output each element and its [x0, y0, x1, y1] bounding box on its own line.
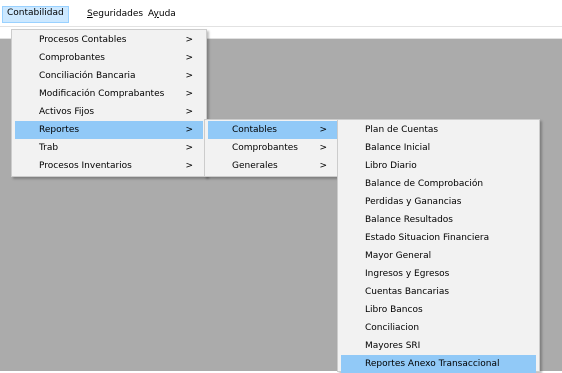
menu-item-label: Mayor General — [365, 251, 432, 261]
menu-item-contables[interactable]: Contables > — [208, 121, 337, 139]
menu-item-label: Plan de Cuentas — [365, 125, 439, 135]
menu-item-comprobantes[interactable]: Comprobantes > — [15, 49, 203, 67]
menu-item-label: Comprobantes — [232, 143, 298, 153]
menu-item-conciliacion[interactable]: Conciliacion — [341, 319, 536, 337]
menu-item-label: Comprobantes — [39, 53, 105, 63]
menu-item-label: Estado Situacion Financiera — [365, 233, 490, 243]
menu-item-libro-diario[interactable]: Libro Diario — [341, 157, 536, 175]
menu-item-label: Conciliación Bancaria — [39, 71, 136, 81]
menu-item-modificacion-comprabantes[interactable]: Modificación Comprabantes > — [15, 85, 203, 103]
menu-item-estado-situacion-financiera[interactable]: Estado Situacion Financiera — [341, 229, 536, 247]
chevron-right-icon: > — [319, 125, 327, 135]
menu-bar: Contabilidad Seguridades Ayuda — [0, 0, 562, 27]
menu-item-trab[interactable]: Trab > — [15, 139, 203, 157]
menu-item-label: Reportes — [39, 125, 80, 135]
menu-item-label: Modificación Comprabantes — [39, 89, 165, 99]
menu-item-mayor-general[interactable]: Mayor General — [341, 247, 536, 265]
menu-item-reportes-anexo-transaccional[interactable]: Reportes Anexo Transaccional — [341, 355, 536, 373]
menu-item-libro-bancos[interactable]: Libro Bancos — [341, 301, 536, 319]
menu-item-label: Ingresos y Egresos — [365, 269, 450, 279]
menu-item-balance-inicial[interactable]: Balance Inicial — [341, 139, 536, 157]
chevron-right-icon: > — [185, 125, 193, 135]
chevron-right-icon: > — [185, 71, 193, 81]
menu-item-label: Cuentas Bancarias — [365, 287, 450, 297]
chevron-right-icon: > — [185, 107, 193, 117]
chevron-right-icon: > — [185, 35, 193, 45]
menu-item-balance-de-comprobacion[interactable]: Balance de Comprobación — [341, 175, 536, 193]
menu-item-conciliacion-bancaria[interactable]: Conciliación Bancaria > — [15, 67, 203, 85]
menu-item-label: Balance de Comprobación — [365, 179, 484, 189]
menu-item-label: Trab — [39, 143, 59, 153]
menu-item-label: Libro Bancos — [365, 305, 423, 315]
menu-contabilidad[interactable]: Contabilidad — [2, 6, 69, 23]
reportes-submenu: Contables > Comprobantes > Generales > — [204, 119, 341, 177]
menu-item-label: Generales — [232, 161, 278, 171]
chevron-right-icon: > — [185, 161, 193, 171]
menu-item-label: Libro Diario — [365, 161, 417, 171]
menu-item-cuentas-bancarias[interactable]: Cuentas Bancarias — [341, 283, 536, 301]
menu-item-ingresos-y-egresos[interactable]: Ingresos y Egresos — [341, 265, 536, 283]
menu-ayuda-label: uda — [158, 9, 176, 19]
menu-item-label: Activos Fijos — [39, 107, 95, 117]
menu-item-label: Perdidas y Ganancias — [365, 197, 462, 207]
menu-item-plan-de-cuentas[interactable]: Plan de Cuentas — [341, 121, 536, 139]
contables-submenu: Plan de Cuentas Balance Inicial Libro Di… — [337, 119, 540, 373]
menu-item-label: Balance Inicial — [365, 143, 431, 153]
menu-item-label: Procesos Inventarios — [39, 161, 132, 171]
menu-contabilidad-label: Contabilidad — [7, 8, 64, 18]
chevron-right-icon: > — [185, 53, 193, 63]
chevron-right-icon: > — [185, 143, 193, 153]
menu-item-balance-resultados[interactable]: Balance Resultados — [341, 211, 536, 229]
chevron-right-icon: > — [319, 161, 327, 171]
chevron-right-icon: > — [319, 143, 327, 153]
menu-seguridades[interactable]: Seguridades — [83, 7, 147, 22]
chevron-right-icon: > — [185, 89, 193, 99]
menu-item-procesos-contables[interactable]: Procesos Contables > — [15, 31, 203, 49]
menu-item-label: Mayores SRI — [365, 341, 421, 351]
menu-item-label: Reportes Anexo Transaccional — [365, 359, 500, 369]
menu-item-label: Procesos Contables — [39, 35, 127, 45]
contabilidad-dropdown: Procesos Contables > Comprobantes > Conc… — [11, 29, 207, 177]
menu-item-comprobantes-reportes[interactable]: Comprobantes > — [208, 139, 337, 157]
menu-item-generales[interactable]: Generales > — [208, 157, 337, 175]
menu-item-procesos-inventarios[interactable]: Procesos Inventarios > — [15, 157, 203, 175]
menu-item-perdidas-y-ganancias[interactable]: Perdidas y Ganancias — [341, 193, 536, 211]
menu-item-label: Balance Resultados — [365, 215, 453, 225]
menu-item-reportes[interactable]: Reportes > — [15, 121, 203, 139]
menu-item-mayores-sri[interactable]: Mayores SRI — [341, 337, 536, 355]
menu-item-label: Conciliacion — [365, 323, 420, 333]
menu-item-label: Contables — [232, 125, 277, 135]
menu-ayuda[interactable]: Ayuda — [144, 7, 180, 22]
menu-seguridades-label: eguridades — [92, 9, 144, 19]
menu-item-activos-fijos[interactable]: Activos Fijos > — [15, 103, 203, 121]
